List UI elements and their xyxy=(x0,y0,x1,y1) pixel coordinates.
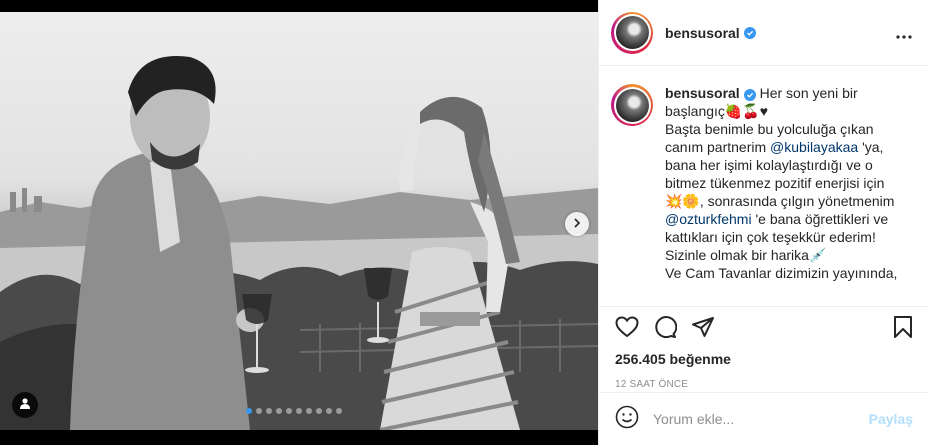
caption-username[interactable]: bensusoral xyxy=(665,85,740,101)
carousel-dot xyxy=(336,408,342,414)
caption-line: Ve Cam Tavanlar dizimizin yayınında, xyxy=(665,265,898,281)
carousel-dot xyxy=(306,408,312,414)
carousel-dot xyxy=(256,408,262,414)
post-actions: 256.405 beğenme 12 SAAT ÖNCE xyxy=(599,306,928,406)
caption-line: 💥🌼, sonrasında çılgın yönetmenim xyxy=(665,193,895,209)
post-timestamp[interactable]: 12 SAAT ÖNCE xyxy=(615,379,913,390)
carousel-dot xyxy=(316,408,322,414)
post-image[interactable] xyxy=(0,12,598,430)
comment-input[interactable] xyxy=(653,411,869,427)
carousel-dot xyxy=(276,408,282,414)
emoji-icon[interactable] xyxy=(615,405,639,434)
header-username[interactable]: bensusoral xyxy=(665,25,740,41)
carousel-dot xyxy=(296,408,302,414)
add-comment-bar: Paylaş xyxy=(599,392,928,445)
caption-line: Başta benimle bu yolculuğa çıkan xyxy=(665,121,874,137)
chevron-right-icon xyxy=(572,215,582,233)
carousel-dot xyxy=(326,408,332,414)
caption-line: 'ya, xyxy=(858,139,884,155)
next-photo-button[interactable] xyxy=(565,212,589,236)
carousel-dot xyxy=(246,408,252,414)
carousel-indicator xyxy=(246,408,342,414)
tagged-users-button[interactable] xyxy=(12,392,38,418)
caption-line: 'e bana öğrettikleri ve xyxy=(751,211,889,227)
caption-avatar[interactable] xyxy=(611,84,653,126)
caption-line: Sizinle olmak bir harika💉 xyxy=(665,247,827,263)
post-photo-area xyxy=(0,0,598,445)
caption-line: kattıkları için çok teşekkür ederim! xyxy=(665,229,876,245)
share-icon[interactable] xyxy=(691,315,715,339)
verified-badge-icon xyxy=(743,26,756,39)
comment-icon[interactable] xyxy=(653,315,677,339)
verified-badge-icon xyxy=(743,89,756,101)
action-icons xyxy=(615,309,913,345)
post-caption: bensusoral Her son yeni bir başlangıç🍓🍒♥… xyxy=(611,84,921,294)
post-side-panel: bensusoral bensusoral Her son yeni bir b… xyxy=(598,0,928,445)
caption-line: canım partnerim xyxy=(665,139,771,155)
like-count[interactable]: 256.405 beğenme xyxy=(615,351,913,367)
photo-illustration xyxy=(0,56,598,430)
user-tag-icon xyxy=(19,396,31,414)
avatar[interactable] xyxy=(611,11,653,54)
bookmark-icon[interactable] xyxy=(893,315,913,339)
caption-line: bana her işimi kolaylaştırdığı ve o xyxy=(665,157,873,173)
carousel-dot xyxy=(286,408,292,414)
post-comment-button[interactable]: Paylaş xyxy=(869,411,913,427)
more-options-icon[interactable] xyxy=(896,26,912,44)
caption-line: Her son yeni bir xyxy=(759,85,858,101)
post-header: bensusoral xyxy=(599,0,928,66)
caption-line: bitmez tükenmez pozitif enerjisi için xyxy=(665,175,885,191)
carousel-dot xyxy=(266,408,272,414)
mention-link[interactable]: @ozturkfehmi xyxy=(665,211,752,227)
mention-link[interactable]: @kubilayakaa xyxy=(770,139,858,155)
caption-line: başlangıç🍓🍒♥ xyxy=(665,103,769,119)
caption-text: bensusoral Her son yeni bir başlangıç🍓🍒♥… xyxy=(665,84,915,294)
heart-icon[interactable] xyxy=(615,316,639,338)
